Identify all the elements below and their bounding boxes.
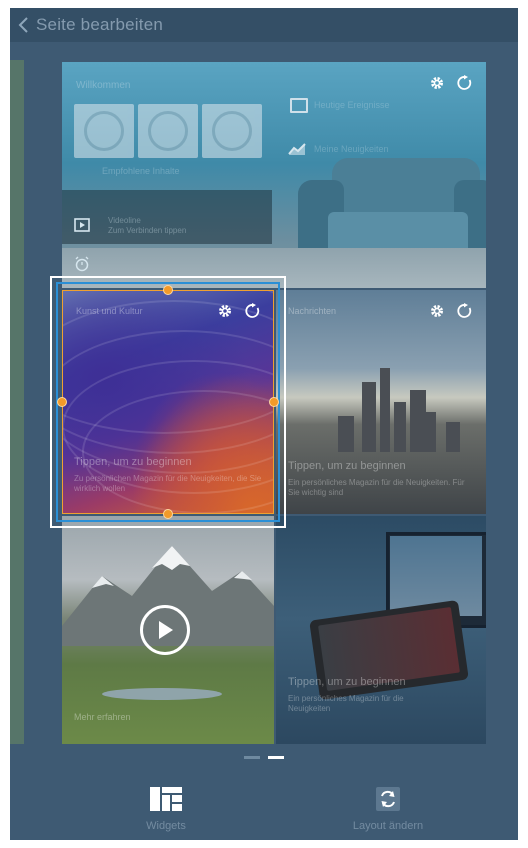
bottom-bar: Widgets Layout ändern bbox=[10, 774, 518, 840]
building bbox=[426, 412, 436, 452]
panel-controls bbox=[428, 74, 474, 92]
top-bar: Seite bearbeiten bbox=[10, 8, 518, 42]
panel-news-city[interactable]: Nachrichten Tippen, um zu beginnen Ein p… bbox=[276, 290, 486, 514]
widgets-icon bbox=[150, 787, 182, 811]
news-thumbnail[interactable] bbox=[74, 104, 134, 158]
panel-title: Nachrichten bbox=[288, 306, 337, 316]
video-icon bbox=[74, 218, 90, 232]
globe-icon bbox=[148, 111, 188, 151]
back-arrow-icon[interactable] bbox=[10, 8, 36, 42]
page-indicator-dash[interactable] bbox=[244, 756, 260, 759]
refresh-icon[interactable] bbox=[456, 302, 474, 320]
resize-handle-left[interactable] bbox=[57, 397, 67, 407]
page-indicator bbox=[10, 756, 518, 759]
resize-handle-right[interactable] bbox=[269, 397, 279, 407]
change-layout-icon bbox=[376, 787, 400, 811]
globe-icon bbox=[84, 111, 124, 151]
panel-controls bbox=[428, 302, 474, 320]
building bbox=[410, 390, 426, 452]
edit-page-screen: Seite bearbeiten Willkommen Empfohlene I… bbox=[10, 8, 518, 840]
play-icon[interactable] bbox=[140, 605, 190, 655]
panel-hint-detail: Ein persönliches Magazin für die Neuigke… bbox=[288, 478, 465, 497]
resize-outline bbox=[62, 290, 274, 514]
video-widget-label: Videoline Zum Verbinden tippen bbox=[108, 216, 186, 236]
change-layout-button[interactable]: Layout ändern bbox=[318, 786, 458, 832]
alarm-icon bbox=[75, 256, 89, 272]
building bbox=[380, 368, 390, 452]
video-widget-subtitle: Zum Verbinden tippen bbox=[108, 226, 187, 235]
page-indicator-dash-active[interactable] bbox=[268, 756, 284, 759]
gear-icon[interactable] bbox=[428, 302, 446, 320]
panel-hint: Tippen, um zu beginnen bbox=[288, 676, 406, 688]
news-thumbnail[interactable] bbox=[138, 104, 198, 158]
building bbox=[394, 402, 406, 452]
panel-hint-detail: Ein persönliches Magazin für die Neuigke… bbox=[288, 694, 404, 713]
refresh-icon[interactable] bbox=[456, 74, 474, 92]
change-layout-label: Layout ändern bbox=[352, 820, 424, 832]
side-item-label: Meine Neuigkeiten bbox=[314, 144, 389, 154]
building bbox=[362, 382, 376, 452]
page-title: Seite bearbeiten bbox=[36, 15, 164, 34]
video-widget-title: Videoline bbox=[108, 216, 141, 225]
resize-handle-top[interactable] bbox=[163, 285, 173, 295]
news-thumbnail[interactable] bbox=[202, 104, 262, 158]
calendar-icon bbox=[290, 98, 308, 113]
panel-hint: Tippen, um zu beginnen bbox=[288, 460, 406, 472]
building bbox=[446, 422, 460, 452]
chart-icon bbox=[288, 143, 306, 155]
panel-home[interactable]: Willkommen Empfohlene Inhalte Heutige Er… bbox=[62, 62, 486, 288]
previous-page-edge[interactable] bbox=[10, 60, 24, 744]
widget-subtitle: Empfohlene Inhalte bbox=[102, 166, 180, 176]
panel-hint: Mehr erfahren bbox=[74, 712, 131, 722]
panel-tablet[interactable]: Tippen, um zu beginnen Ein persönliches … bbox=[276, 516, 486, 744]
side-item-label: Heutige Ereignisse bbox=[314, 100, 390, 110]
gear-icon[interactable] bbox=[428, 74, 446, 92]
widgets-button[interactable]: Widgets bbox=[96, 786, 236, 832]
globe-icon bbox=[212, 111, 252, 151]
resize-handle-bottom[interactable] bbox=[163, 509, 173, 519]
building bbox=[338, 416, 354, 452]
lake bbox=[102, 688, 222, 700]
widget-title: Willkommen bbox=[76, 80, 131, 91]
widgets-label: Widgets bbox=[146, 820, 186, 832]
